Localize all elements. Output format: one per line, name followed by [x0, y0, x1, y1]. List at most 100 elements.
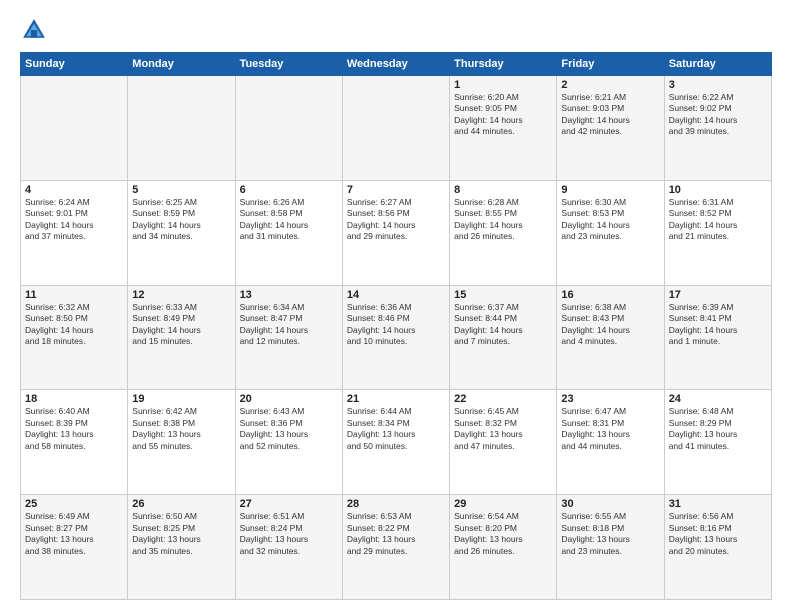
calendar-day-cell: 18Sunrise: 6:40 AM Sunset: 8:39 PM Dayli… — [21, 390, 128, 495]
day-number: 29 — [454, 498, 552, 510]
calendar-day-header: Friday — [557, 53, 664, 76]
calendar-day-cell: 12Sunrise: 6:33 AM Sunset: 8:49 PM Dayli… — [128, 285, 235, 390]
day-info: Sunrise: 6:32 AM Sunset: 8:50 PM Dayligh… — [25, 302, 123, 348]
calendar-day-cell: 17Sunrise: 6:39 AM Sunset: 8:41 PM Dayli… — [664, 285, 771, 390]
calendar-day-cell: 6Sunrise: 6:26 AM Sunset: 8:58 PM Daylig… — [235, 180, 342, 285]
day-info: Sunrise: 6:25 AM Sunset: 8:59 PM Dayligh… — [132, 197, 230, 243]
day-number: 31 — [669, 498, 767, 510]
calendar-day-cell: 4Sunrise: 6:24 AM Sunset: 9:01 PM Daylig… — [21, 180, 128, 285]
day-info: Sunrise: 6:31 AM Sunset: 8:52 PM Dayligh… — [669, 197, 767, 243]
day-info: Sunrise: 6:26 AM Sunset: 8:58 PM Dayligh… — [240, 197, 338, 243]
calendar-day-header: Wednesday — [342, 53, 449, 76]
day-info: Sunrise: 6:56 AM Sunset: 8:16 PM Dayligh… — [669, 511, 767, 557]
day-number: 30 — [561, 498, 659, 510]
calendar-day-cell: 20Sunrise: 6:43 AM Sunset: 8:36 PM Dayli… — [235, 390, 342, 495]
day-info: Sunrise: 6:40 AM Sunset: 8:39 PM Dayligh… — [25, 406, 123, 452]
calendar-day-cell: 11Sunrise: 6:32 AM Sunset: 8:50 PM Dayli… — [21, 285, 128, 390]
day-number: 21 — [347, 393, 445, 405]
day-info: Sunrise: 6:38 AM Sunset: 8:43 PM Dayligh… — [561, 302, 659, 348]
day-number: 24 — [669, 393, 767, 405]
calendar-day-cell: 25Sunrise: 6:49 AM Sunset: 8:27 PM Dayli… — [21, 495, 128, 600]
calendar-table: SundayMondayTuesdayWednesdayThursdayFrid… — [20, 52, 772, 600]
day-number: 2 — [561, 79, 659, 91]
calendar-day-cell: 5Sunrise: 6:25 AM Sunset: 8:59 PM Daylig… — [128, 180, 235, 285]
calendar-day-cell: 8Sunrise: 6:28 AM Sunset: 8:55 PM Daylig… — [450, 180, 557, 285]
day-info: Sunrise: 6:30 AM Sunset: 8:53 PM Dayligh… — [561, 197, 659, 243]
logo — [20, 16, 52, 44]
calendar-day-cell: 31Sunrise: 6:56 AM Sunset: 8:16 PM Dayli… — [664, 495, 771, 600]
calendar-day-header: Thursday — [450, 53, 557, 76]
day-number: 25 — [25, 498, 123, 510]
day-number: 22 — [454, 393, 552, 405]
calendar-day-header: Sunday — [21, 53, 128, 76]
calendar-day-cell: 15Sunrise: 6:37 AM Sunset: 8:44 PM Dayli… — [450, 285, 557, 390]
calendar-day-cell: 19Sunrise: 6:42 AM Sunset: 8:38 PM Dayli… — [128, 390, 235, 495]
calendar-day-cell: 10Sunrise: 6:31 AM Sunset: 8:52 PM Dayli… — [664, 180, 771, 285]
day-number: 6 — [240, 184, 338, 196]
calendar-day-header: Tuesday — [235, 53, 342, 76]
day-info: Sunrise: 6:20 AM Sunset: 9:05 PM Dayligh… — [454, 92, 552, 138]
day-info: Sunrise: 6:53 AM Sunset: 8:22 PM Dayligh… — [347, 511, 445, 557]
day-info: Sunrise: 6:22 AM Sunset: 9:02 PM Dayligh… — [669, 92, 767, 138]
day-info: Sunrise: 6:33 AM Sunset: 8:49 PM Dayligh… — [132, 302, 230, 348]
day-info: Sunrise: 6:49 AM Sunset: 8:27 PM Dayligh… — [25, 511, 123, 557]
calendar-day-cell — [128, 76, 235, 181]
day-info: Sunrise: 6:48 AM Sunset: 8:29 PM Dayligh… — [669, 406, 767, 452]
calendar-day-header: Monday — [128, 53, 235, 76]
day-info: Sunrise: 6:50 AM Sunset: 8:25 PM Dayligh… — [132, 511, 230, 557]
day-info: Sunrise: 6:44 AM Sunset: 8:34 PM Dayligh… — [347, 406, 445, 452]
calendar-week-row: 11Sunrise: 6:32 AM Sunset: 8:50 PM Dayli… — [21, 285, 772, 390]
day-number: 23 — [561, 393, 659, 405]
page: SundayMondayTuesdayWednesdayThursdayFrid… — [0, 0, 792, 612]
day-number: 13 — [240, 289, 338, 301]
calendar-day-cell: 21Sunrise: 6:44 AM Sunset: 8:34 PM Dayli… — [342, 390, 449, 495]
day-number: 4 — [25, 184, 123, 196]
day-number: 10 — [669, 184, 767, 196]
day-info: Sunrise: 6:42 AM Sunset: 8:38 PM Dayligh… — [132, 406, 230, 452]
calendar-day-cell: 1Sunrise: 6:20 AM Sunset: 9:05 PM Daylig… — [450, 76, 557, 181]
day-info: Sunrise: 6:55 AM Sunset: 8:18 PM Dayligh… — [561, 511, 659, 557]
day-number: 3 — [669, 79, 767, 91]
day-info: Sunrise: 6:39 AM Sunset: 8:41 PM Dayligh… — [669, 302, 767, 348]
calendar-day-cell: 30Sunrise: 6:55 AM Sunset: 8:18 PM Dayli… — [557, 495, 664, 600]
day-number: 20 — [240, 393, 338, 405]
day-number: 28 — [347, 498, 445, 510]
calendar-day-cell — [342, 76, 449, 181]
day-info: Sunrise: 6:45 AM Sunset: 8:32 PM Dayligh… — [454, 406, 552, 452]
day-number: 15 — [454, 289, 552, 301]
calendar-day-cell: 7Sunrise: 6:27 AM Sunset: 8:56 PM Daylig… — [342, 180, 449, 285]
day-info: Sunrise: 6:34 AM Sunset: 8:47 PM Dayligh… — [240, 302, 338, 348]
day-info: Sunrise: 6:27 AM Sunset: 8:56 PM Dayligh… — [347, 197, 445, 243]
calendar-header-row: SundayMondayTuesdayWednesdayThursdayFrid… — [21, 53, 772, 76]
day-number: 27 — [240, 498, 338, 510]
day-number: 8 — [454, 184, 552, 196]
day-number: 14 — [347, 289, 445, 301]
calendar-day-cell: 24Sunrise: 6:48 AM Sunset: 8:29 PM Dayli… — [664, 390, 771, 495]
day-number: 12 — [132, 289, 230, 301]
day-info: Sunrise: 6:54 AM Sunset: 8:20 PM Dayligh… — [454, 511, 552, 557]
day-number: 9 — [561, 184, 659, 196]
calendar-day-cell: 26Sunrise: 6:50 AM Sunset: 8:25 PM Dayli… — [128, 495, 235, 600]
day-info: Sunrise: 6:37 AM Sunset: 8:44 PM Dayligh… — [454, 302, 552, 348]
calendar-day-cell: 9Sunrise: 6:30 AM Sunset: 8:53 PM Daylig… — [557, 180, 664, 285]
day-info: Sunrise: 6:28 AM Sunset: 8:55 PM Dayligh… — [454, 197, 552, 243]
calendar-day-cell — [235, 76, 342, 181]
calendar-week-row: 1Sunrise: 6:20 AM Sunset: 9:05 PM Daylig… — [21, 76, 772, 181]
day-number: 7 — [347, 184, 445, 196]
calendar-week-row: 18Sunrise: 6:40 AM Sunset: 8:39 PM Dayli… — [21, 390, 772, 495]
day-info: Sunrise: 6:47 AM Sunset: 8:31 PM Dayligh… — [561, 406, 659, 452]
day-info: Sunrise: 6:43 AM Sunset: 8:36 PM Dayligh… — [240, 406, 338, 452]
day-number: 16 — [561, 289, 659, 301]
day-number: 26 — [132, 498, 230, 510]
day-number: 18 — [25, 393, 123, 405]
day-number: 1 — [454, 79, 552, 91]
day-info: Sunrise: 6:36 AM Sunset: 8:46 PM Dayligh… — [347, 302, 445, 348]
day-number: 19 — [132, 393, 230, 405]
calendar-day-cell: 16Sunrise: 6:38 AM Sunset: 8:43 PM Dayli… — [557, 285, 664, 390]
calendar-day-cell: 27Sunrise: 6:51 AM Sunset: 8:24 PM Dayli… — [235, 495, 342, 600]
day-info: Sunrise: 6:51 AM Sunset: 8:24 PM Dayligh… — [240, 511, 338, 557]
calendar-day-cell: 3Sunrise: 6:22 AM Sunset: 9:02 PM Daylig… — [664, 76, 771, 181]
day-number: 17 — [669, 289, 767, 301]
day-number: 5 — [132, 184, 230, 196]
logo-icon — [20, 16, 48, 44]
